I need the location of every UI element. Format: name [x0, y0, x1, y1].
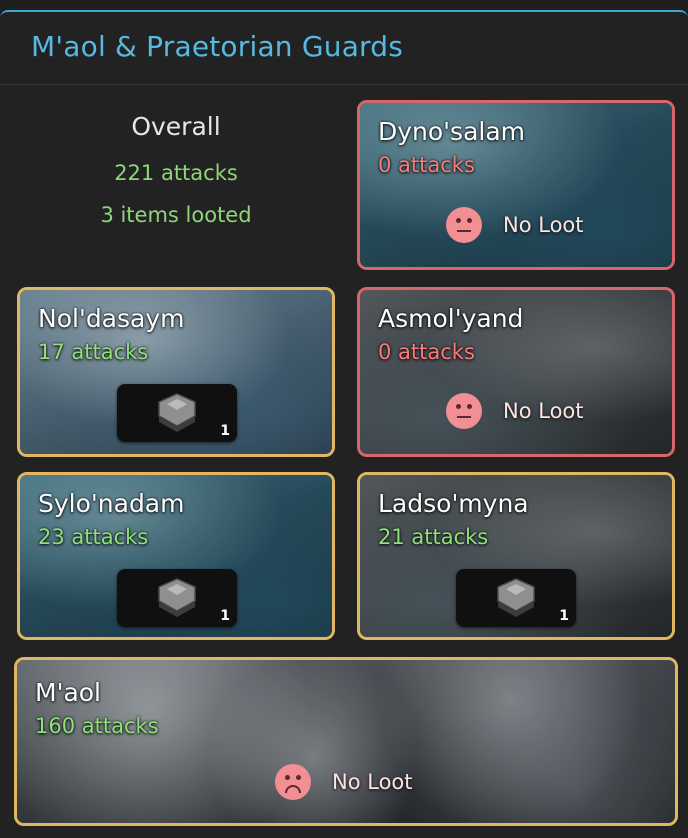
sad-face-icon — [275, 764, 311, 800]
boss-card-maol[interactable]: M'aol 160 attacks No Loot — [14, 657, 678, 826]
no-loot-label: No Loot — [503, 213, 584, 237]
boss-name: Dyno'salam — [378, 117, 526, 146]
loot-quantity: 1 — [220, 423, 230, 439]
boss-card-sylonadam[interactable]: Sylo'nadam 23 attacks 1 — [17, 472, 335, 640]
boss-card-asmolyand[interactable]: Asmol'yand 0 attacks No Loot — [357, 287, 675, 457]
boss-attacks: 160 attacks — [35, 714, 159, 738]
no-loot-label: No Loot — [332, 770, 413, 794]
boss-name: Ladso'myna — [378, 489, 529, 518]
boss-attacks: 17 attacks — [38, 340, 149, 364]
boss-name: Sylo'nadam — [38, 489, 185, 518]
armor-fragment-icon — [158, 578, 196, 617]
boss-card-ladsomyna[interactable]: Ladso'myna 21 attacks 1 — [357, 472, 675, 640]
neutral-face-icon — [446, 207, 482, 243]
boss-attacks: 23 attacks — [38, 525, 149, 549]
panel-title: M'aol & Praetorian Guards — [31, 30, 404, 63]
boss-attacks: 21 attacks — [378, 525, 489, 549]
loot-quantity: 1 — [559, 608, 569, 624]
overall-items-looted: 3 items looted — [100, 203, 252, 227]
boss-name: Asmol'yand — [378, 304, 524, 333]
armor-fragment-icon — [497, 578, 535, 617]
overall-attacks: 221 attacks — [114, 161, 238, 185]
armor-fragment-icon — [158, 393, 196, 432]
no-loot-indicator: No Loot — [446, 207, 584, 243]
boss-card-dynosalam[interactable]: Dyno'salam 0 attacks No Loot — [357, 100, 675, 270]
overall-summary: Overall 221 attacks 3 items looted — [18, 100, 334, 227]
no-loot-indicator: No Loot — [446, 393, 584, 429]
neutral-face-icon — [446, 393, 482, 429]
boss-name: Nol'dasaym — [38, 304, 185, 333]
loot-item[interactable]: 1 — [117, 569, 237, 627]
loot-quantity: 1 — [220, 608, 230, 624]
boss-attacks: 0 attacks — [378, 153, 475, 177]
panel-header: M'aol & Praetorian Guards — [0, 12, 688, 85]
no-loot-label: No Loot — [503, 399, 584, 423]
no-loot-indicator: No Loot — [275, 764, 413, 800]
boss-name: M'aol — [35, 678, 102, 707]
boss-card-noldasaym[interactable]: Nol'dasaym 17 attacks 1 — [17, 287, 335, 457]
loot-item[interactable]: 1 — [117, 384, 237, 442]
boss-attacks: 0 attacks — [378, 340, 475, 364]
loot-item[interactable]: 1 — [456, 569, 576, 627]
overall-title: Overall — [131, 112, 221, 141]
